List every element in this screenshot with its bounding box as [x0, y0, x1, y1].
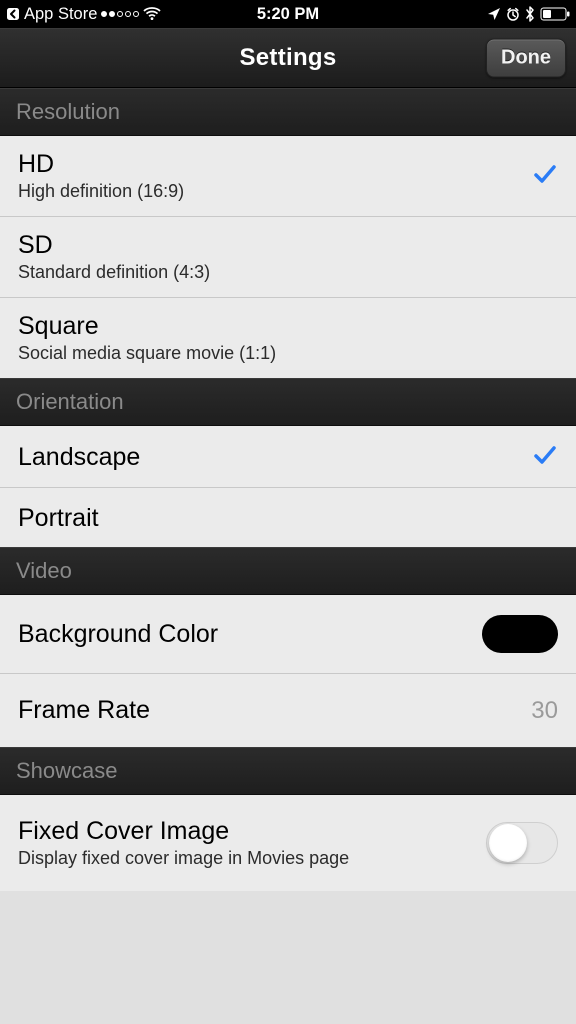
orientation-option-portrait[interactable]: Portrait	[0, 488, 576, 547]
toggle-knob	[489, 824, 527, 862]
row-subtitle: Display fixed cover image in Movies page	[18, 848, 349, 869]
status-bar: App Store 5:20 PM	[0, 0, 576, 28]
option-title: Square	[18, 312, 276, 341]
fixed-cover-toggle[interactable]	[486, 822, 558, 864]
option-subtitle: Social media square movie (1:1)	[18, 343, 276, 364]
section-header-orientation: Orientation	[0, 378, 576, 426]
alarm-icon	[506, 7, 520, 21]
background-color-row[interactable]: Background Color	[0, 595, 576, 674]
signal-dots-icon	[101, 11, 139, 17]
option-title: HD	[18, 150, 184, 179]
back-chevron-icon[interactable]	[6, 7, 20, 21]
resolution-option-square[interactable]: Square Social media square movie (1:1)	[0, 298, 576, 378]
option-title: Landscape	[18, 443, 140, 472]
bluetooth-icon	[525, 6, 535, 22]
done-button[interactable]: Done	[486, 39, 566, 78]
wifi-icon	[143, 7, 161, 21]
section-header-resolution: Resolution	[0, 88, 576, 136]
checkmark-icon	[532, 442, 558, 473]
row-label: Background Color	[18, 620, 218, 649]
resolution-option-hd[interactable]: HD High definition (16:9)	[0, 136, 576, 217]
color-swatch[interactable]	[482, 615, 558, 653]
location-icon	[487, 7, 501, 21]
navigation-bar: Settings Done	[0, 28, 576, 88]
resolution-option-sd[interactable]: SD Standard definition (4:3)	[0, 217, 576, 298]
orientation-option-landscape[interactable]: Landscape	[0, 426, 576, 488]
option-subtitle: Standard definition (4:3)	[18, 262, 210, 283]
page-title: Settings	[239, 44, 336, 72]
frame-rate-value: 30	[531, 697, 558, 725]
row-title: Fixed Cover Image	[18, 817, 349, 846]
section-header-video: Video	[0, 547, 576, 595]
row-label: Frame Rate	[18, 696, 150, 725]
frame-rate-row[interactable]: Frame Rate 30	[0, 674, 576, 747]
battery-icon	[540, 7, 570, 21]
back-to-app-label[interactable]: App Store	[24, 5, 97, 24]
fixed-cover-image-row[interactable]: Fixed Cover Image Display fixed cover im…	[0, 795, 576, 891]
option-title: SD	[18, 231, 210, 260]
status-time: 5:20 PM	[194, 5, 382, 24]
option-subtitle: High definition (16:9)	[18, 181, 184, 202]
checkmark-icon	[532, 161, 558, 192]
option-title: Portrait	[18, 504, 99, 533]
section-header-showcase: Showcase	[0, 747, 576, 795]
